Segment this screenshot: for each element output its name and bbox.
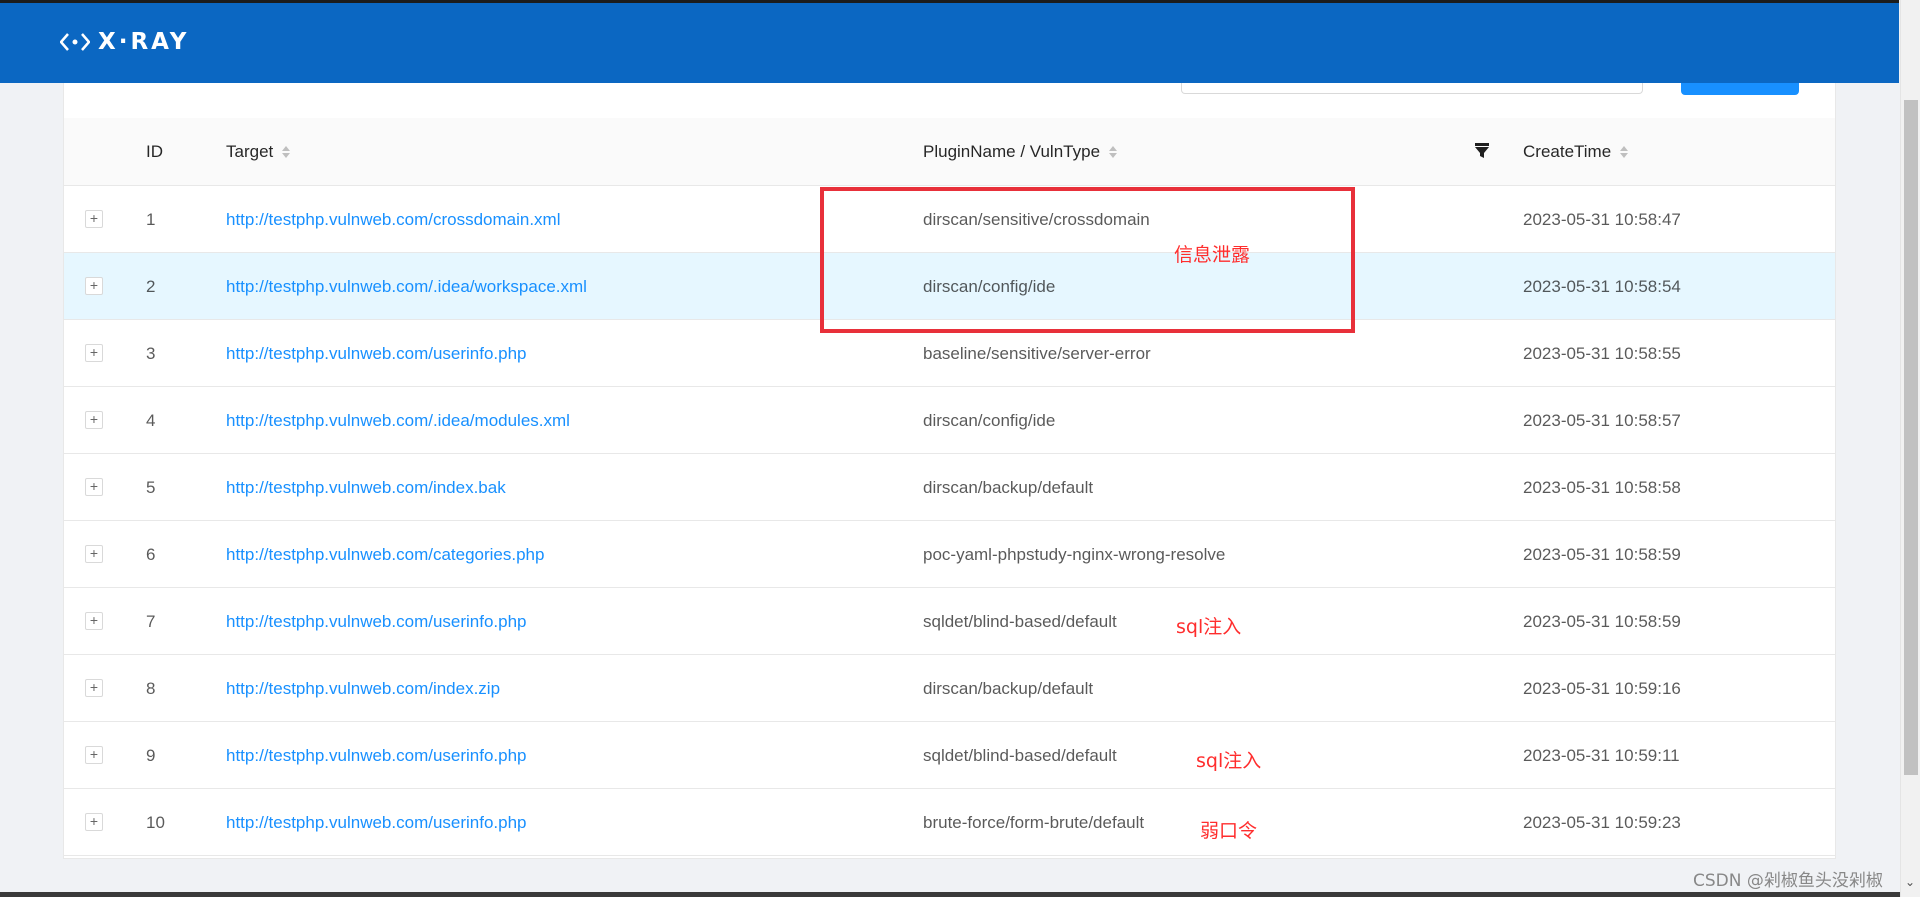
- row-target-link[interactable]: http://testphp.vulnweb.com/userinfo.php: [226, 320, 527, 387]
- table-row: + 8 http://testphp.vulnweb.com/index.zip…: [64, 655, 1835, 722]
- table-row: + 6 http://testphp.vulnweb.com/categorie…: [64, 521, 1835, 588]
- row-id: 9: [146, 745, 156, 765]
- logo-text: X·RAY: [98, 29, 190, 55]
- row-create-time: 2023-05-31 10:58:59: [1523, 544, 1681, 564]
- expand-row-button[interactable]: +: [85, 545, 103, 563]
- csdn-watermark: CSDN @剁椒鱼头没剁椒: [1693, 871, 1883, 891]
- row-target-link[interactable]: http://testphp.vulnweb.com/index.bak: [226, 454, 506, 521]
- column-target-label: Target: [226, 142, 274, 161]
- column-id-label: ID: [146, 142, 163, 161]
- row-target-link[interactable]: http://testphp.vulnweb.com/userinfo.php: [226, 722, 527, 789]
- row-target-link[interactable]: http://testphp.vulnweb.com/.idea/modules…: [226, 387, 570, 454]
- row-target-link[interactable]: http://testphp.vulnweb.com/userinfo.php: [226, 789, 527, 856]
- row-create-time: 2023-05-31 10:58:59: [1523, 611, 1681, 631]
- row-plugin: sqldet/blind-based/default: [923, 745, 1117, 765]
- expand-row-button[interactable]: +: [85, 210, 103, 228]
- row-plugin: dirscan/backup/default: [923, 678, 1094, 698]
- row-plugin: brute-force/form-brute/default: [923, 812, 1145, 832]
- expand-row-button[interactable]: +: [85, 746, 103, 764]
- table-row: + 7 http://testphp.vulnweb.com/userinfo.…: [64, 588, 1835, 655]
- row-plugin: dirscan/config/ide: [923, 410, 1056, 430]
- row-create-time: 2023-05-31 10:58:57: [1523, 410, 1681, 430]
- scrollbar-thumb[interactable]: [1904, 100, 1918, 775]
- scroll-down-icon[interactable]: ⌄: [1905, 875, 1915, 889]
- row-id: 3: [146, 343, 156, 363]
- annotation-info-leak: 信息泄露: [1174, 244, 1251, 266]
- row-id: 6: [146, 544, 156, 564]
- row-id: 10: [146, 812, 165, 832]
- annotation-highlight-box: [820, 187, 1355, 333]
- row-target-link[interactable]: http://testphp.vulnweb.com/index.zip: [226, 655, 500, 722]
- row-target-link[interactable]: http://testphp.vulnweb.com/.idea/workspa…: [226, 253, 587, 320]
- column-create-time[interactable]: CreateTime: [1523, 118, 1629, 186]
- row-id: 1: [146, 209, 156, 229]
- row-create-time: 2023-05-31 10:58:47: [1523, 209, 1681, 229]
- column-create-time-label: CreateTime: [1523, 142, 1612, 161]
- expand-row-button[interactable]: +: [85, 478, 103, 496]
- sort-icon[interactable]: [1620, 146, 1629, 158]
- table-row: + 4 http://testphp.vulnweb.com/.idea/mod…: [64, 387, 1835, 454]
- row-create-time: 2023-05-31 10:59:23: [1523, 812, 1681, 832]
- row-plugin: poc-yaml-phpstudy-nginx-wrong-resolve: [923, 544, 1226, 564]
- sort-icon[interactable]: [1109, 146, 1118, 158]
- xray-logo[interactable]: X·RAY: [60, 29, 189, 55]
- expand-row-button[interactable]: +: [85, 813, 103, 831]
- expand-row-button[interactable]: +: [85, 344, 103, 362]
- row-plugin: sqldet/blind-based/default: [923, 611, 1117, 631]
- row-create-time: 2023-05-31 10:58:54: [1523, 276, 1681, 296]
- vertical-scrollbar[interactable]: ⌄: [1900, 0, 1920, 897]
- row-target-link[interactable]: http://testphp.vulnweb.com/categories.ph…: [226, 521, 544, 588]
- bottom-strip: [0, 892, 1900, 897]
- filter-icon[interactable]: [1474, 142, 1490, 160]
- row-target-link[interactable]: http://testphp.vulnweb.com/userinfo.php: [226, 588, 527, 655]
- column-target[interactable]: Target: [226, 118, 291, 186]
- annotation-sql-injection: sql注入: [1196, 750, 1262, 772]
- table-row: + 5 http://testphp.vulnweb.com/index.bak…: [64, 454, 1835, 521]
- expand-row-button[interactable]: +: [85, 411, 103, 429]
- row-target-link[interactable]: http://testphp.vulnweb.com/crossdomain.x…: [226, 186, 560, 253]
- row-id: 8: [146, 678, 156, 698]
- row-create-time: 2023-05-31 10:59:11: [1523, 745, 1680, 765]
- column-plugin-label: PluginName / VulnType: [923, 142, 1101, 161]
- expand-row-button[interactable]: +: [85, 277, 103, 295]
- app-header: X·RAY: [0, 0, 1899, 83]
- expand-row-button[interactable]: +: [85, 612, 103, 630]
- column-id: ID: [146, 118, 163, 186]
- annotation-weak-password: 弱口令: [1200, 820, 1258, 842]
- column-plugin[interactable]: PluginName / VulnType: [923, 118, 1118, 186]
- row-id: 2: [146, 276, 156, 296]
- sort-icon[interactable]: [282, 146, 291, 158]
- row-id: 5: [146, 477, 156, 497]
- row-create-time: 2023-05-31 10:58:55: [1523, 343, 1681, 363]
- xray-logo-icon: [60, 33, 90, 51]
- row-id: 7: [146, 611, 156, 631]
- row-id: 4: [146, 410, 156, 430]
- table-header: ID Target PluginName / VulnType CreateTi…: [64, 118, 1835, 186]
- annotation-sql-injection: sql注入: [1176, 616, 1242, 638]
- table-row: + 10 http://testphp.vulnweb.com/userinfo…: [64, 789, 1835, 856]
- row-create-time: 2023-05-31 10:58:58: [1523, 477, 1681, 497]
- row-create-time: 2023-05-31 10:59:16: [1523, 678, 1681, 698]
- table-row: + 9 http://testphp.vulnweb.com/userinfo.…: [64, 722, 1835, 789]
- row-plugin: dirscan/backup/default: [923, 477, 1094, 497]
- expand-row-button[interactable]: +: [85, 679, 103, 697]
